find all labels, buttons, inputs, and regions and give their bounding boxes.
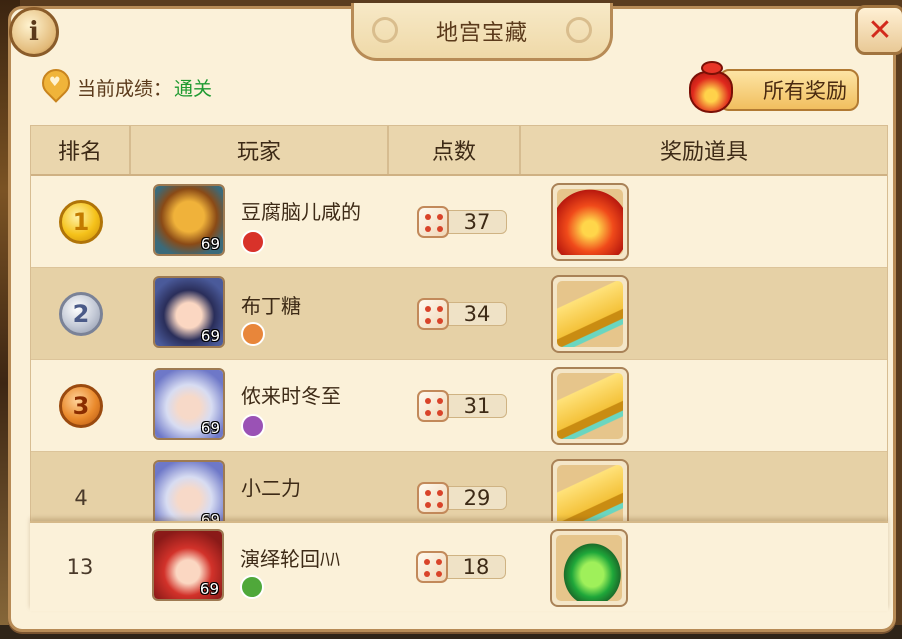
player-name: 布丁糖 xyxy=(241,294,301,318)
cheese-icon xyxy=(557,281,623,347)
points-display: 34 xyxy=(417,298,509,330)
silver-medal-icon: 2 xyxy=(59,292,103,336)
player-name: 演绎轮回ﾊﾊ xyxy=(240,547,340,571)
table-row[interactable]: 1 69 豆腐脑儿咸的 37 xyxy=(31,176,887,268)
header-reward: 奖励道具 xyxy=(659,140,748,165)
reward-item[interactable] xyxy=(550,529,628,607)
dice-icon xyxy=(417,206,449,238)
rank-cell: 13 xyxy=(30,523,130,611)
avatar[interactable]: 69 xyxy=(153,276,225,348)
lucky-bag-icon xyxy=(683,61,735,115)
dice-icon xyxy=(417,390,449,422)
sect-badge-icon xyxy=(241,322,265,346)
table-header: 排名 玩家 点数 奖励道具 xyxy=(31,126,887,176)
my-ranking-row[interactable]: 13 69 演绎轮回ﾊﾊ 18 xyxy=(30,521,888,611)
points-display: 37 xyxy=(417,206,509,238)
rank-cell: 4 xyxy=(31,452,131,523)
dice-icon xyxy=(416,551,448,583)
current-score: ♥ 当前成绩： 通关 xyxy=(36,63,213,107)
dice-icon xyxy=(417,482,449,514)
sect-badge-icon xyxy=(241,230,265,254)
close-icon: ✕ xyxy=(867,12,893,48)
all-rewards-button[interactable]: 所有奖励 xyxy=(683,61,861,115)
player-level: 69 xyxy=(200,327,220,345)
header-player: 玩家 xyxy=(131,126,389,174)
rank-number: 13 xyxy=(66,555,94,579)
treasure-bag-icon xyxy=(557,189,623,255)
score-label: 当前成绩： xyxy=(77,77,173,100)
player-level: 69 xyxy=(200,419,220,437)
points-display: 18 xyxy=(416,551,508,583)
table-row[interactable]: 2 69 布丁糖 34 xyxy=(31,268,887,360)
points-display: 29 xyxy=(417,482,509,514)
rank-cell: 1 xyxy=(31,176,131,268)
treasure-ranking-panel: 地宫宝藏 i ✕ ♥ 当前成绩： 通关 所有奖励 排名 玩家 点数 奖励道具 1… xyxy=(8,3,902,632)
points-display: 31 xyxy=(417,390,509,422)
reward-item[interactable] xyxy=(551,367,629,445)
panel-title: 地宫宝藏 xyxy=(435,21,528,46)
player-level: 69 xyxy=(200,235,220,253)
location-pin-icon: ♥ xyxy=(36,63,76,105)
dice-icon xyxy=(417,298,449,330)
table-row[interactable]: 4 69 小二力 29 xyxy=(31,452,887,524)
cheese-icon xyxy=(557,373,623,439)
all-rewards-label: 所有奖励 xyxy=(719,69,859,111)
rank-cell: 3 xyxy=(31,360,131,452)
avatar[interactable]: 69 xyxy=(152,529,224,601)
rank-number: 4 xyxy=(74,486,88,510)
reward-item[interactable] xyxy=(551,459,629,523)
bronze-medal-icon: 3 xyxy=(59,384,103,428)
header-points: 点数 xyxy=(389,126,521,174)
avatar[interactable]: 69 xyxy=(153,368,225,440)
score-value: 通关 xyxy=(174,77,213,100)
reward-item[interactable] xyxy=(551,275,629,353)
info-button[interactable]: i xyxy=(9,7,59,57)
close-button[interactable]: ✕ xyxy=(855,5,902,55)
player-level: 69 xyxy=(199,580,219,598)
reward-item[interactable] xyxy=(551,183,629,261)
avatar[interactable]: 69 xyxy=(153,184,225,256)
candy-icon xyxy=(556,535,622,601)
player-name: 小二力 xyxy=(241,476,301,500)
sect-badge-icon xyxy=(240,575,264,599)
player-name: 侬来时冬至 xyxy=(241,384,341,408)
info-icon: i xyxy=(29,17,39,47)
sect-badge-icon xyxy=(241,414,265,438)
table-row[interactable]: 3 69 侬来时冬至 31 xyxy=(31,360,887,452)
player-name: 豆腐脑儿咸的 xyxy=(241,200,361,224)
cheese-icon xyxy=(557,465,623,523)
title-tab: 地宫宝藏 xyxy=(351,3,613,61)
header-rank: 排名 xyxy=(31,126,131,174)
rank-cell: 2 xyxy=(31,268,131,360)
gold-medal-icon: 1 xyxy=(59,200,103,244)
avatar[interactable]: 69 xyxy=(153,460,225,523)
